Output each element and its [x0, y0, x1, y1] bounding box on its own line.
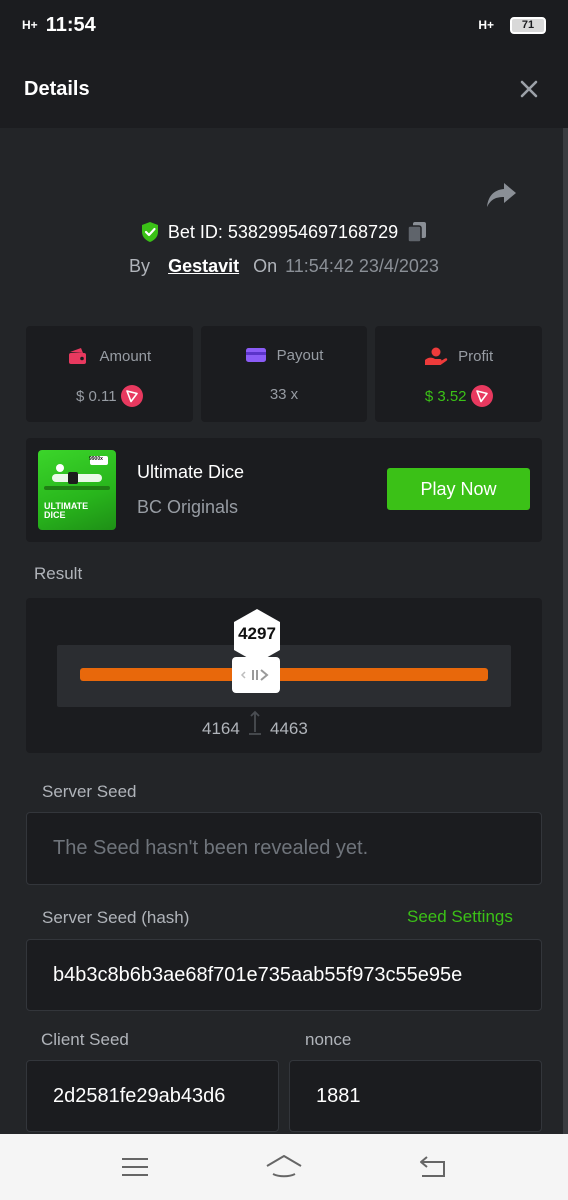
trx-coin-icon: [120, 385, 143, 407]
nonce-field[interactable]: 1881: [289, 1060, 542, 1132]
trx-coin-icon: [470, 385, 493, 407]
slider-box: [57, 645, 511, 707]
slider-track: [80, 668, 488, 681]
result-hexagon: 4297: [232, 608, 282, 664]
nonce-label: nonce: [305, 1030, 352, 1049]
payout-value: 33 x: [269, 385, 299, 403]
dice-slider-graphic: [44, 456, 110, 490]
page-title: Details: [24, 77, 90, 100]
thumb-title: ULTIMATE DICE: [44, 502, 88, 520]
amount-header: Amount: [67, 346, 151, 366]
share-button[interactable]: [484, 180, 518, 210]
home-icon: [266, 1155, 302, 1178]
bet-id-row: Bet ID: 53829954697168729: [0, 220, 568, 244]
network-icon: H+: [478, 18, 494, 32]
profit-value: $ 3.52: [424, 387, 467, 405]
range-high: 4463: [270, 719, 308, 738]
signal-icon: H+: [22, 18, 38, 32]
verified-shield-icon: [141, 222, 158, 242]
result-panel: 4297 4164 4463: [26, 598, 542, 753]
status-bar: H+ 11:54 H+ 71: [0, 0, 568, 50]
close-button[interactable]: [514, 74, 544, 104]
play-now-button[interactable]: Play Now: [387, 468, 530, 510]
profit-value-row: $ 3.52: [425, 384, 493, 408]
hand-coin-icon: [425, 347, 448, 365]
profit-card: Profit $ 3.52: [375, 326, 543, 422]
wallet-icon: [69, 348, 87, 364]
thumb-title-line2: DICE: [44, 510, 66, 520]
bet-stats: Amount $ 0.11 Payout 33 x Profit $ 3.52: [26, 326, 543, 422]
amount-card: Amount $ 0.11: [26, 326, 193, 422]
payout-label: Payout: [276, 346, 324, 364]
profit-label: Profit: [458, 347, 494, 365]
server-seed-label: Server Seed: [42, 782, 137, 801]
server-seed-hash-field[interactable]: b4b3c8b6b3ae68f701e735aab55f973c55e95e: [26, 939, 542, 1011]
bet-id: Bet ID: 53829954697168729: [167, 221, 399, 242]
bet-datetime: 11:54:42 23/4/2023: [285, 256, 439, 276]
game-title[interactable]: Ultimate Dice: [137, 462, 244, 483]
payout-value-row: 33 x: [270, 382, 298, 406]
thumb-badge: 9900x: [89, 456, 103, 462]
server-seed-field[interactable]: The Seed hasn't been revealed yet.: [26, 812, 542, 885]
range-low: 4164: [202, 719, 240, 738]
share-icon: [487, 183, 516, 207]
profit-header: Profit: [424, 346, 493, 366]
slider-grip-icon: [240, 669, 269, 681]
on-label: On: [253, 256, 278, 276]
username-link[interactable]: Gestavit: [168, 256, 239, 277]
system-nav-bar: [0, 1134, 568, 1200]
back-icon: [420, 1156, 446, 1177]
payout-header: Payout: [245, 346, 324, 364]
scrollbar-thumb[interactable]: [563, 128, 568, 1134]
copy-icon[interactable]: [406, 220, 428, 244]
home-button[interactable]: [262, 1149, 306, 1185]
back-button[interactable]: [411, 1149, 455, 1185]
game-card: 9900x ULTIMATE DICE Ultimate Dice BC Ori…: [26, 438, 542, 542]
by-label: By: [129, 256, 151, 276]
amount-value-row: $ 0.11: [76, 384, 143, 408]
card-icon: [245, 348, 266, 362]
battery-icon: 71: [510, 16, 546, 34]
game-provider: BC Originals: [137, 497, 239, 517]
close-icon: [520, 80, 538, 98]
status-time: 11:54: [45, 13, 96, 36]
client-seed-label: Client Seed: [41, 1030, 129, 1049]
result-value: 4297: [238, 624, 276, 643]
result-label: Result: [34, 564, 83, 583]
game-thumbnail[interactable]: 9900x ULTIMATE DICE: [38, 450, 116, 530]
range-marker-icon: [249, 710, 261, 735]
header: Details: [0, 50, 568, 128]
scrollbar[interactable]: [563, 128, 568, 1134]
client-seed-field[interactable]: 2d2581fe29ab43d6: [26, 1060, 279, 1132]
status-icons: H+ 71: [478, 16, 546, 34]
bet-meta-row: By Gestavit On 11:54:42 23/4/2023: [0, 256, 568, 277]
server-seed-hash-label: Server Seed (hash): [42, 908, 190, 927]
amount-value: $ 0.11: [76, 387, 117, 405]
payout-card: Payout 33 x: [200, 326, 368, 422]
menu-icon: [121, 1158, 148, 1176]
seed-settings-link[interactable]: Seed Settings: [407, 907, 513, 927]
menu-button[interactable]: [113, 1149, 157, 1185]
amount-label: Amount: [99, 347, 152, 365]
